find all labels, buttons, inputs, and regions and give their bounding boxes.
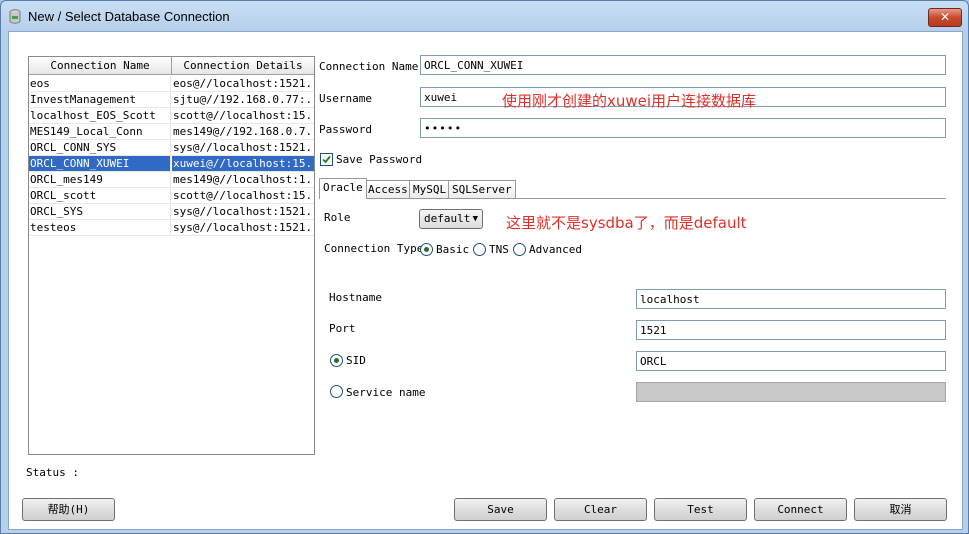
connection-name-cell: ORCL_CONN_XUWEI (29, 156, 171, 172)
role-label: Role (324, 211, 351, 224)
table-row[interactable]: testeos sys@//localhost:1521... (29, 220, 314, 236)
connection-type-label: Connection Type (324, 242, 424, 255)
column-header-connection-details[interactable]: Connection Details (172, 57, 314, 75)
conn-type-advanced-radio[interactable] (513, 243, 526, 256)
conn-type-basic-radio[interactable] (420, 243, 433, 256)
conn-type-tns-label: TNS (489, 243, 509, 256)
checkmark-icon (322, 155, 331, 164)
connection-name-input[interactable]: ORCL_CONN_XUWEI (420, 55, 946, 75)
connection-details-cell: mes149@//localhost:1... (172, 173, 314, 188)
save-button[interactable]: Save (454, 498, 547, 521)
close-icon: ✕ (939, 10, 951, 24)
connection-name-cell: localhost_EOS_Scott (29, 108, 171, 124)
service-name-input (636, 382, 946, 402)
dialog-content: Connection Name Connection Details eos e… (8, 31, 963, 530)
password-label: Password (319, 123, 372, 136)
conn-type-advanced-label: Advanced (529, 243, 582, 256)
chevron-down-icon: ▼ (472, 214, 478, 224)
connection-details-cell: scott@//localhost:15... (172, 189, 314, 204)
sid-input[interactable]: ORCL (636, 351, 946, 371)
hostname-label: Hostname (329, 291, 382, 304)
sid-label: SID (346, 354, 366, 367)
table-row[interactable]: ORCL_mes149 mes149@//localhost:1... (29, 172, 314, 188)
radio-selected-dot (334, 358, 339, 363)
tab-sqlserver[interactable]: SQLServer (448, 180, 516, 198)
table-row[interactable]: ORCL_SYS sys@//localhost:1521... (29, 204, 314, 220)
connection-name-cell: eos (29, 76, 171, 92)
role-value: default (424, 212, 471, 225)
table-row[interactable]: ORCL_scott scott@//localhost:15... (29, 188, 314, 204)
tab-oracle[interactable]: Oracle (319, 178, 367, 199)
database-icon (9, 9, 21, 24)
connection-list[interactable]: Connection Name Connection Details eos e… (28, 56, 315, 455)
title-bar[interactable]: New / Select Database Connection ✕ (1, 1, 968, 31)
username-annotation: 使用刚才创建的xuwei用户连接数据库 (502, 92, 757, 110)
hostname-input[interactable]: localhost (636, 289, 946, 309)
connect-button[interactable]: Connect (754, 498, 847, 521)
radio-selected-dot (424, 247, 429, 252)
connection-name-cell: MES149_Local_Conn (29, 124, 171, 140)
role-select[interactable]: default ▼ (419, 209, 483, 229)
connection-details-cell: sys@//localhost:1521... (172, 141, 314, 156)
connection-details-cell: sys@//localhost:1521... (172, 205, 314, 220)
service-name-radio[interactable] (330, 385, 343, 398)
tab-divider (319, 198, 946, 199)
connection-details-cell: sjtu@//192.168.0.77:... (172, 93, 314, 108)
table-row[interactable]: ORCL_CONN_SYS sys@//localhost:1521... (29, 140, 314, 156)
connection-name-cell: ORCL_mes149 (29, 172, 171, 188)
status-label: Status : (26, 466, 79, 479)
connection-name-label: Connection Name (319, 60, 419, 73)
cancel-button[interactable]: 取消 (854, 498, 947, 521)
column-header-connection-name[interactable]: Connection Name (29, 57, 172, 75)
connection-name-cell: ORCL_CONN_SYS (29, 140, 171, 156)
username-label: Username (319, 92, 372, 105)
connection-name-cell: ORCL_scott (29, 188, 171, 204)
save-password-label: Save Password (336, 153, 423, 166)
close-button[interactable]: ✕ (928, 8, 962, 27)
connection-name-cell: testeos (29, 220, 171, 236)
connection-details-cell: mes149@//192.168.0.7... (172, 125, 314, 140)
service-name-label: Service name (346, 386, 426, 399)
connection-details-cell: eos@//localhost:1521... (172, 77, 314, 92)
tab-mysql[interactable]: MySQL (409, 180, 451, 198)
password-input[interactable]: ••••• (420, 118, 946, 138)
connection-details-cell: scott@//localhost:15... (172, 109, 314, 124)
table-row[interactable]: eos eos@//localhost:1521... (29, 76, 314, 92)
role-annotation: 这里就不是sysdba了，而是default (506, 214, 747, 232)
table-row[interactable]: localhost_EOS_Scott scott@//localhost:15… (29, 108, 314, 124)
test-button[interactable]: Test (654, 498, 747, 521)
conn-type-tns-radio[interactable] (473, 243, 486, 256)
sid-radio[interactable] (330, 354, 343, 367)
port-input[interactable]: 1521 (636, 320, 946, 340)
connection-details-cell: xuwei@//localhost:15... (172, 156, 314, 172)
connection-name-cell: ORCL_SYS (29, 204, 171, 220)
dialog-window: New / Select Database Connection ✕ Conne… (0, 0, 969, 534)
save-password-checkbox[interactable] (320, 153, 333, 166)
help-button[interactable]: 帮助(H) (22, 498, 115, 521)
table-row[interactable]: MES149_Local_Conn mes149@//192.168.0.7..… (29, 124, 314, 140)
port-label: Port (329, 322, 356, 335)
conn-type-basic-label: Basic (436, 243, 470, 256)
window-title: New / Select Database Connection (28, 9, 230, 24)
table-row-selected[interactable]: ORCL_CONN_XUWEI xuwei@//localhost:15... (29, 156, 314, 172)
clear-button[interactable]: Clear (554, 498, 647, 521)
connection-details-cell: sys@//localhost:1521... (172, 221, 314, 236)
connection-name-cell: InvestManagement (29, 92, 171, 108)
table-row[interactable]: InvestManagement sjtu@//192.168.0.77:... (29, 92, 314, 108)
tab-access[interactable]: Access (364, 180, 412, 198)
